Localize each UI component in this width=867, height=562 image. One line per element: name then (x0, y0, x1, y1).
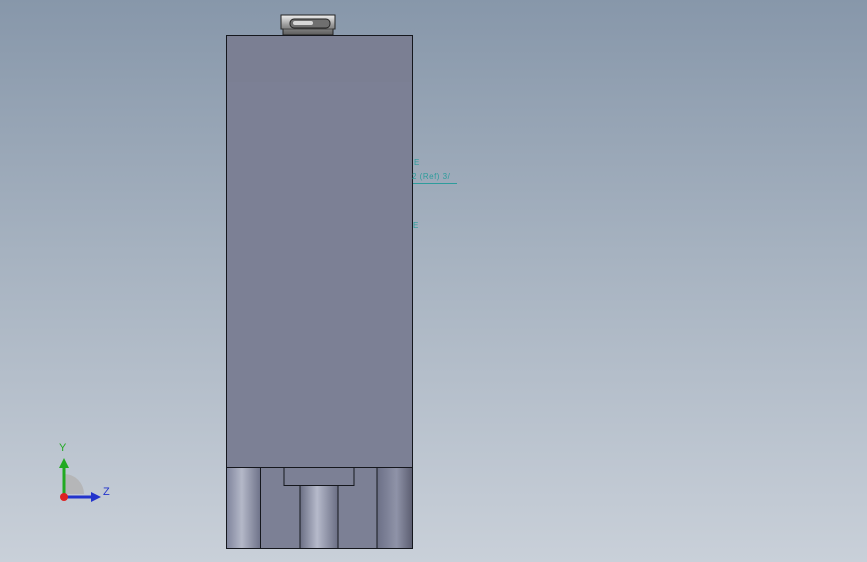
triad-y-label: Y (59, 442, 67, 454)
top-knob-part[interactable] (278, 13, 338, 35)
annotation-tick-top: E (414, 158, 420, 167)
main-body-part[interactable] (226, 82, 413, 468)
annotation-leader-line (413, 183, 457, 184)
annotation-tick-bottom: E (413, 221, 419, 230)
base-assembly-part[interactable] (226, 467, 413, 549)
cap-block-part[interactable] (226, 35, 413, 83)
reference-triad: Y Z (50, 440, 120, 510)
triad-z-label: Z (103, 486, 110, 498)
annotation-leader-label[interactable]: 2 (Ref) 3/ (412, 172, 450, 181)
graphics-viewport[interactable]: E 2 (Ref) 3/ E Y Z (0, 0, 867, 562)
